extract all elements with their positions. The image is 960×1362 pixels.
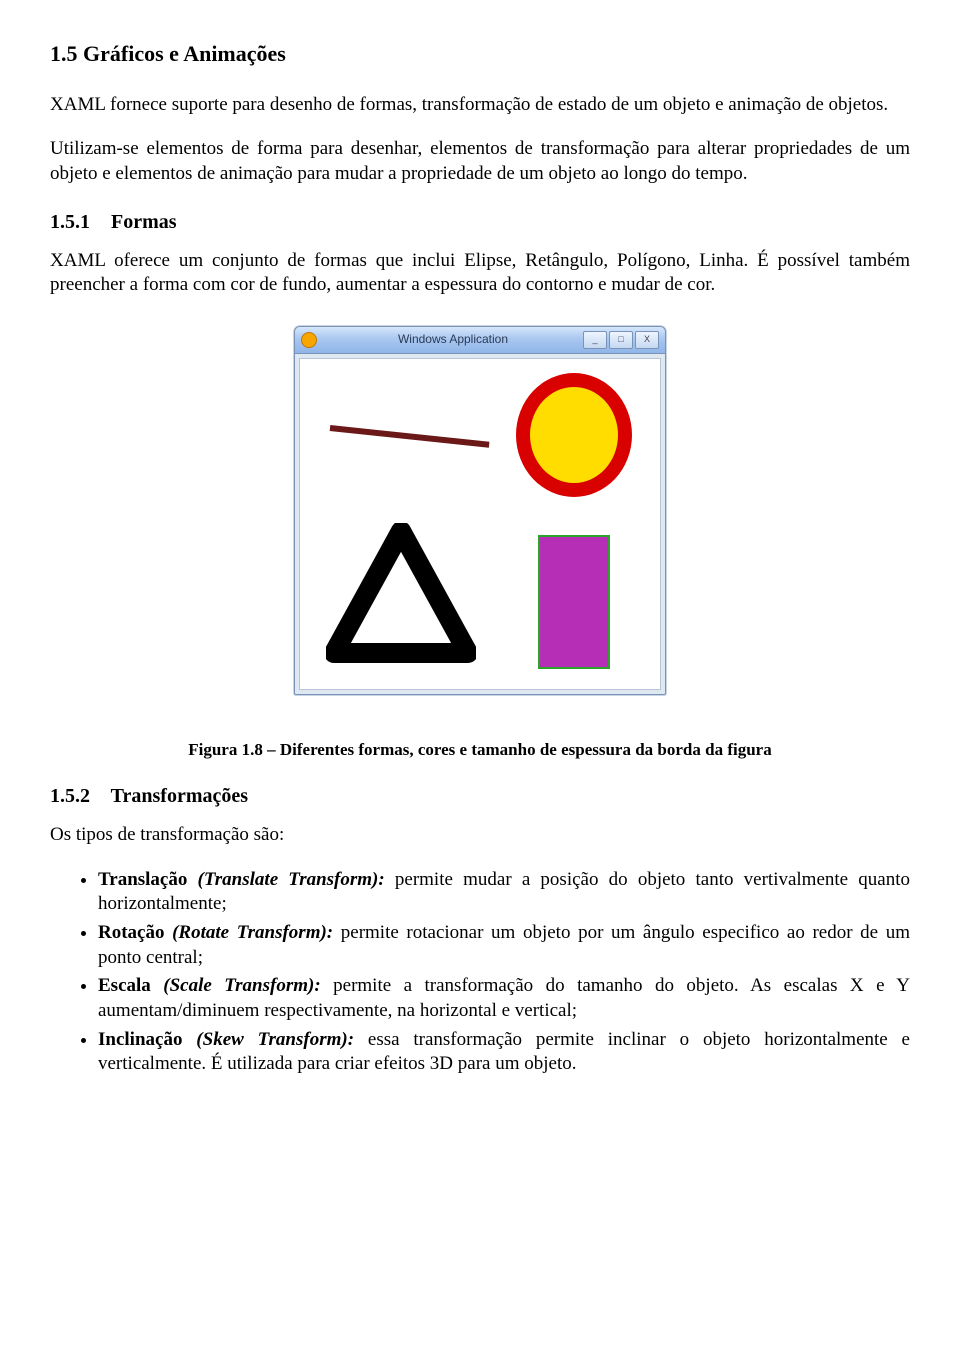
paragraph-intro-2: Utilizam-se elementos de forma para dese…: [50, 137, 910, 186]
ellipse-shape: [516, 373, 632, 497]
paragraph-formas: XAML oferece um conjunto de formas que i…: [50, 249, 910, 298]
heading-1-5: 1.5 Gráficos e Animações: [50, 40, 910, 69]
item-em: (Translate Transform):: [198, 869, 385, 890]
heading-number: 1.5.2: [50, 783, 106, 809]
heading-title: Formas: [111, 211, 177, 233]
heading-number: 1.5.1: [50, 209, 106, 235]
item-em: (Scale Transform):: [163, 975, 320, 996]
heading-title: Transformações: [111, 785, 248, 807]
transform-list: Translação (Translate Transform): permit…: [50, 868, 910, 1078]
list-item: Rotação (Rotate Transform): permite rota…: [98, 921, 910, 970]
line-shape: [330, 425, 490, 448]
figure-caption: Figura 1.8 – Diferentes formas, cores e …: [50, 739, 910, 761]
heading-1-5-1: 1.5.1 Formas: [50, 209, 910, 235]
app-icon: [301, 332, 317, 348]
list-item: Escala (Scale Transform): permite a tran…: [98, 974, 910, 1023]
list-item: Translação (Translate Transform): permit…: [98, 868, 910, 917]
item-label: Inclinação: [98, 1029, 196, 1050]
app-window: Windows Application _ □ X: [294, 326, 666, 695]
rectangle-shape: [538, 535, 610, 669]
shapes-canvas: [299, 358, 661, 690]
item-label: Translação: [98, 869, 198, 890]
window-buttons: _ □ X: [583, 331, 659, 349]
window-title: Windows Application: [323, 332, 583, 348]
paragraph-intro-1: XAML fornece suporte para desenho de for…: [50, 93, 910, 118]
close-button[interactable]: X: [635, 331, 659, 349]
paragraph-transform-intro: Os tipos de transformação são:: [50, 823, 910, 848]
item-em: (Rotate Transform):: [172, 922, 333, 943]
item-em: (Skew Transform):: [196, 1029, 354, 1050]
minimize-button[interactable]: _: [583, 331, 607, 349]
list-item: Inclinação (Skew Transform): essa transf…: [98, 1028, 910, 1077]
figure-1-8: Windows Application _ □ X: [50, 326, 910, 703]
item-label: Escala: [98, 975, 163, 996]
triangle-shape: [326, 523, 476, 671]
item-label: Rotação: [98, 922, 172, 943]
window-titlebar: Windows Application _ □ X: [295, 327, 665, 354]
heading-1-5-2: 1.5.2 Transformações: [50, 783, 910, 809]
maximize-button[interactable]: □: [609, 331, 633, 349]
